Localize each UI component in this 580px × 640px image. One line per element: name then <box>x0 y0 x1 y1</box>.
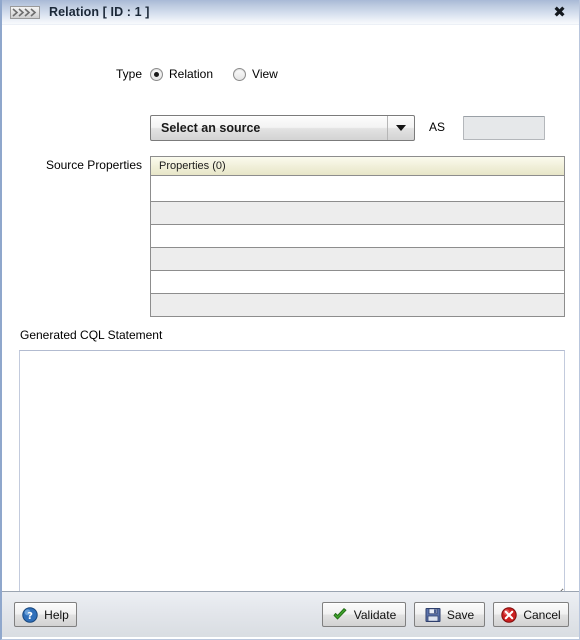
close-icon[interactable]: ✖ <box>550 3 569 22</box>
cql-label: Generated CQL Statement <box>20 328 163 342</box>
svg-text:?: ? <box>27 610 33 621</box>
type-row: Type Relation View <box>2 63 579 85</box>
table-row[interactable] <box>151 248 564 271</box>
chevrons-glyph <box>12 7 37 17</box>
type-label: Type <box>115 67 142 81</box>
radio-relation-indicator[interactable] <box>150 67 163 81</box>
dialog-body: Type Relation View Select an source AS S… <box>2 25 579 598</box>
table-row[interactable] <box>151 202 564 225</box>
radio-view-label: View <box>252 67 278 81</box>
radio-relation-label: Relation <box>169 67 214 81</box>
dialog-footer: ? Help Validate Save Cancel <box>2 591 579 637</box>
as-input[interactable] <box>463 116 545 140</box>
table-header-row: Properties (0) <box>151 157 564 176</box>
help-button[interactable]: ? Help <box>14 602 77 627</box>
help-icon: ? <box>22 606 38 623</box>
validate-button[interactable]: Validate <box>322 602 406 627</box>
save-button[interactable]: Save <box>414 602 485 627</box>
table-row[interactable] <box>151 294 564 316</box>
validate-button-label: Validate <box>353 607 397 622</box>
column-header-properties: Properties (0) <box>159 160 226 172</box>
help-button-label: Help <box>44 607 69 622</box>
source-properties-label: Source Properties <box>45 158 142 172</box>
floppy-disk-icon <box>425 607 441 622</box>
dialog-titlebar: Relation [ ID : 1 ] ✖ <box>2 0 579 27</box>
dialog-title: Relation [ ID : 1 ] <box>49 5 150 19</box>
radio-view[interactable]: View <box>233 67 278 81</box>
table-row[interactable] <box>151 176 564 202</box>
table-row[interactable] <box>151 271 564 294</box>
source-select[interactable]: Select an source <box>150 115 415 141</box>
cancel-button[interactable]: Cancel <box>493 602 569 627</box>
source-properties-table: Properties (0) <box>150 156 565 317</box>
cancel-icon <box>501 606 518 623</box>
type-radio-group: Relation View <box>150 67 278 81</box>
chevron-down-icon[interactable] <box>387 116 414 140</box>
cancel-button-label: Cancel <box>523 607 561 622</box>
radio-relation[interactable]: Relation <box>150 67 213 81</box>
source-select-value: Select an source <box>161 121 261 135</box>
as-label: AS <box>429 120 446 134</box>
chevrons-icon <box>10 5 40 19</box>
source-row: Select an source AS <box>2 115 579 141</box>
check-icon <box>333 607 347 619</box>
save-button-label: Save <box>446 607 475 622</box>
cql-textarea[interactable] <box>19 350 565 598</box>
radio-view-indicator[interactable] <box>233 67 247 81</box>
table-row[interactable] <box>151 225 564 248</box>
relation-dialog: Relation [ ID : 1 ] ✖ Type Relation View… <box>0 0 580 640</box>
